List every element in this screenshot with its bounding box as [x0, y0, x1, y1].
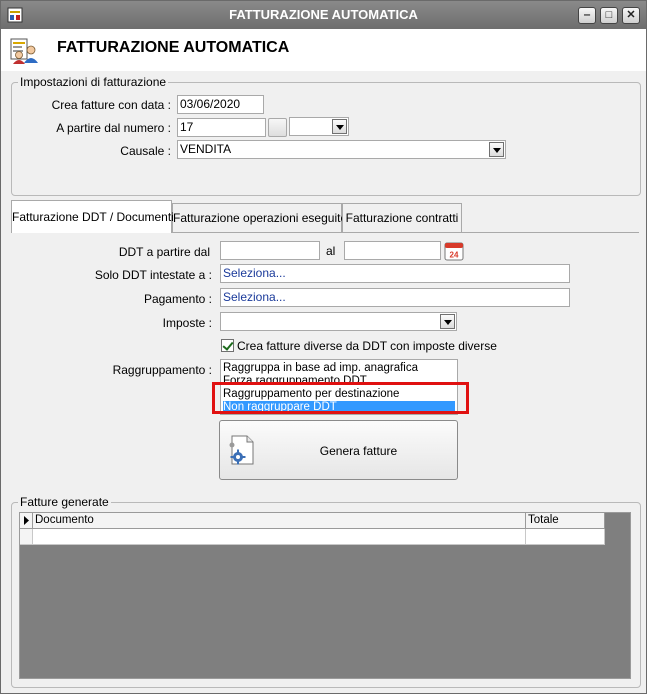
date-label: Crea fatture con data :: [51, 98, 171, 112]
number-label: A partire dal numero :: [56, 121, 171, 135]
causale-value: VENDITA: [180, 142, 232, 156]
form-header: FATTURAZIONE AUTOMATICA: [1, 29, 646, 71]
row-indicator-header: [20, 513, 33, 529]
document-gear-icon: [229, 435, 254, 465]
causale-label: Causale :: [120, 144, 171, 158]
number-lookup-button[interactable]: [268, 118, 287, 137]
imposte-label: Imposte :: [162, 316, 212, 330]
intestate-select[interactable]: Seleziona...: [220, 264, 570, 283]
table-row[interactable]: [33, 529, 526, 545]
close-button[interactable]: ✕: [622, 7, 640, 24]
minimize-button[interactable]: ‒: [578, 7, 596, 24]
ddt-from-date-input[interactable]: [220, 241, 320, 260]
table-row[interactable]: [526, 529, 605, 545]
calendar-icon[interactable]: 24: [444, 241, 464, 261]
invoice-users-icon: [10, 38, 38, 64]
intestate-label: Solo DDT intestate a :: [94, 268, 212, 282]
causale-select[interactable]: VENDITA: [177, 140, 506, 159]
start-number-input[interactable]: 17: [177, 118, 266, 137]
invoice-window: FATTURAZIONE AUTOMATICA ‒ □ ✕ FATTURAZIO…: [0, 0, 647, 694]
raggruppamento-label: Raggruppamento :: [112, 363, 212, 377]
list-item[interactable]: Raggruppa in base ad imp. anagrafica: [223, 362, 455, 375]
imposte-select[interactable]: [220, 312, 457, 331]
column-header-documento[interactable]: Documento: [33, 513, 526, 529]
chevron-down-icon[interactable]: [489, 142, 504, 157]
results-group-title: Fatture generate: [20, 495, 109, 509]
ddt-from-label: DDT a partire dal: [118, 245, 210, 259]
tab-contratti[interactable]: Fatturazione contratti: [342, 203, 462, 232]
pagamento-select[interactable]: Seleziona...: [220, 288, 570, 307]
invoice-date-input[interactable]: 03/06/2020: [177, 95, 264, 114]
maximize-button[interactable]: □: [600, 7, 618, 24]
chevron-down-icon[interactable]: [332, 119, 347, 134]
pagamento-label: Pagamento :: [143, 292, 212, 306]
title-bar: FATTURAZIONE AUTOMATICA ‒ □ ✕: [1, 1, 646, 29]
ddt-to-date-input[interactable]: [344, 241, 441, 260]
table-row-indicator[interactable]: [20, 529, 33, 545]
highlight-box: [212, 382, 469, 414]
settings-group-title: Impostazioni di fatturazione: [20, 75, 167, 89]
genera-fatture-button[interactable]: Genera fatture: [219, 420, 458, 480]
invoices-grid[interactable]: Documento Totale: [19, 512, 631, 679]
diverse-imposte-checkbox[interactable]: [221, 339, 234, 352]
tab-ddt-documenti[interactable]: Fatturazione DDT / Documenti: [11, 200, 174, 233]
series-select[interactable]: [289, 117, 349, 136]
calendar-day: 24: [450, 251, 459, 260]
chevron-down-icon[interactable]: [440, 314, 455, 329]
row-pointer-icon: [24, 516, 29, 525]
tab-operazioni-eseguite[interactable]: Fatturazione operazioni eseguite: [172, 203, 347, 232]
genera-fatture-label: Genera fatture: [319, 444, 398, 458]
page-title: FATTURAZIONE AUTOMATICA: [57, 39, 290, 56]
diverse-imposte-label: Crea fatture diverse da DDT con imposte …: [237, 339, 497, 353]
ddt-to-label: al: [326, 244, 336, 258]
column-header-totale[interactable]: Totale: [526, 513, 605, 529]
window-title: FATTURAZIONE AUTOMATICA: [229, 7, 418, 22]
